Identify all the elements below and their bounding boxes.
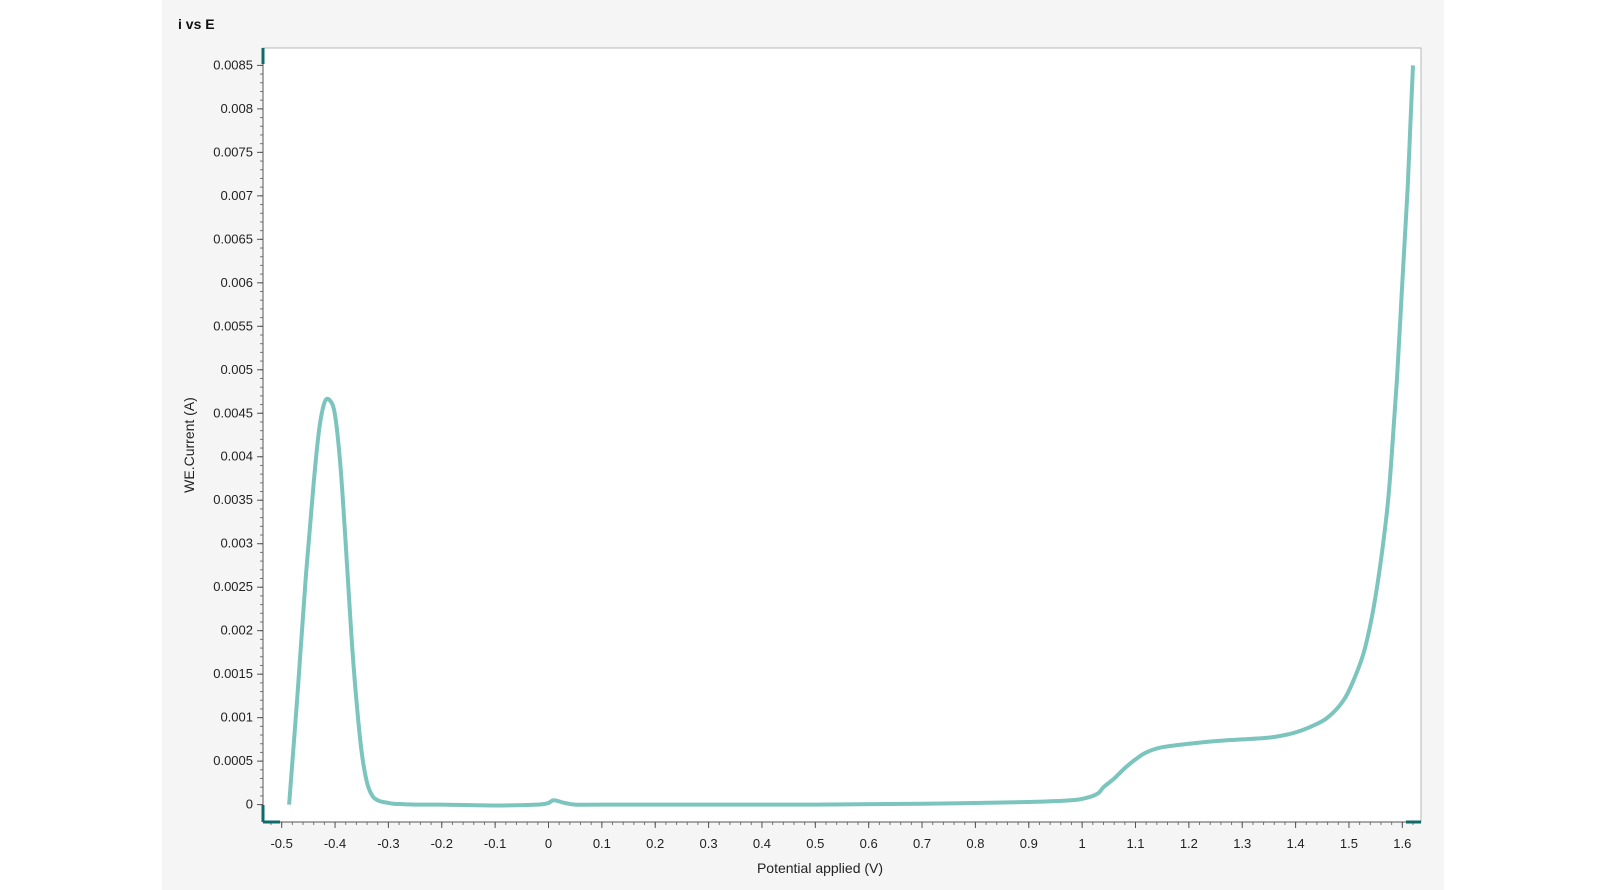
x-tick-label: 1.1 bbox=[1126, 836, 1144, 851]
x-tick-label: -0.5 bbox=[270, 836, 292, 851]
x-tick-label: 0.6 bbox=[860, 836, 878, 851]
plot-area bbox=[262, 47, 1422, 823]
y-tick-label: 0.0075 bbox=[213, 144, 253, 159]
y-tick-label: 0.0035 bbox=[213, 492, 253, 507]
x-tick-label: -0.1 bbox=[484, 836, 506, 851]
x-tick-label: 0.3 bbox=[700, 836, 718, 851]
x-tick-label: 0.7 bbox=[913, 836, 931, 851]
y-tick-label: 0.001 bbox=[220, 710, 253, 725]
x-tick-label: -0.4 bbox=[324, 836, 346, 851]
x-tick-label: -0.2 bbox=[431, 836, 453, 851]
y-tick-label: 0.002 bbox=[220, 623, 253, 638]
x-tick-label: 0.8 bbox=[966, 836, 984, 851]
x-tick-label: 1.4 bbox=[1287, 836, 1305, 851]
y-axis: 0 0.0005 0.001 0.0015 0.002 0.0025 0.003 0.0035… bbox=[213, 57, 263, 812]
x-tick-label: 0.4 bbox=[753, 836, 771, 851]
x-tick-label: 0.2 bbox=[646, 836, 664, 851]
x-tick-label: 0.1 bbox=[593, 836, 611, 851]
y-tick-label: 0.007 bbox=[220, 188, 253, 203]
y-tick-label: 0.0065 bbox=[213, 231, 253, 246]
x-axis-title: Potential applied (V) bbox=[757, 860, 883, 876]
x-tick-label: 0 bbox=[545, 836, 552, 851]
y-tick-label: 0.006 bbox=[220, 275, 253, 290]
x-tick-label: 1 bbox=[1079, 836, 1086, 851]
x-tick-label: 1.6 bbox=[1393, 836, 1411, 851]
y-tick-label: 0.0045 bbox=[213, 405, 253, 420]
y-tick-label: 0 bbox=[246, 797, 253, 812]
x-tick-label: 1.3 bbox=[1233, 836, 1251, 851]
y-tick-label: 0.0005 bbox=[213, 753, 253, 768]
y-tick-label: 0.008 bbox=[220, 101, 253, 116]
x-tick-label: 1.2 bbox=[1180, 836, 1198, 851]
y-tick-label: 0.005 bbox=[220, 362, 253, 377]
x-tick-label: 1.5 bbox=[1340, 836, 1358, 851]
y-tick-label: 0.0085 bbox=[213, 57, 253, 72]
x-axis: -0.5 -0.4 -0.3 -0.2 -0.1 0 0.1 0.2 0.3 0.4 0.5 0.6 0… bbox=[270, 822, 1411, 851]
chart-svg: 0 0.0005 0.001 0.0015 0.002 0.0025 0.003 0.0035… bbox=[181, 47, 1422, 876]
x-tick-label: 0.5 bbox=[806, 836, 824, 851]
x-tick-label: 0.9 bbox=[1020, 836, 1038, 851]
y-tick-label: 0.004 bbox=[220, 449, 253, 464]
y-axis-title: WE.Current (A) bbox=[181, 397, 197, 493]
y-tick-label: 0.003 bbox=[220, 536, 253, 551]
x-tick-label: -0.3 bbox=[377, 836, 399, 851]
y-tick-label: 0.0055 bbox=[213, 318, 253, 333]
y-tick-label: 0.0015 bbox=[213, 666, 253, 681]
y-tick-label: 0.0025 bbox=[213, 579, 253, 594]
